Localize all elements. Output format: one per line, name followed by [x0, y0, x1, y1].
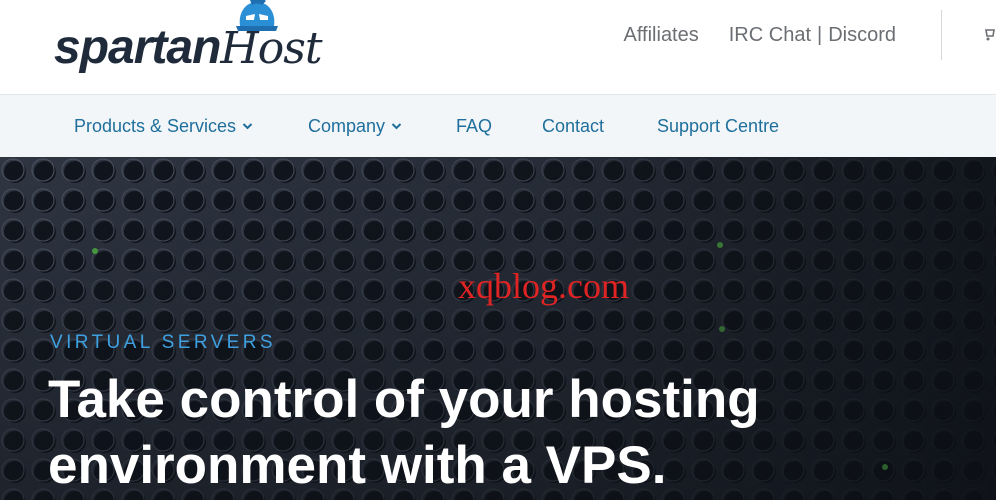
utility-links: Affiliates IRC Chat | Discord — [624, 24, 896, 47]
hero-eyebrow: VIRTUAL SERVERS — [50, 332, 276, 353]
nav-products-services[interactable]: Products & Services — [74, 116, 253, 137]
chevron-down-icon — [391, 123, 402, 130]
nav-item-label: Contact — [542, 116, 605, 136]
hero-headline-line: Take control of your hosting — [48, 370, 760, 429]
cart-icon[interactable] — [985, 27, 996, 48]
hero-headline: Take control of your hosting environment… — [48, 367, 948, 499]
hero-section: xqblog.com VIRTUAL SERVERS Take control … — [0, 157, 996, 500]
nav-support-centre[interactable]: Support Centre — [657, 116, 779, 137]
site-logo[interactable]: spartanHost — [54, 0, 324, 92]
link-separator: | — [817, 24, 823, 46]
irc-chat-link[interactable]: IRC Chat — [729, 24, 811, 47]
nav-item-label: Products & Services — [74, 116, 237, 136]
watermark-text: xqblog.com — [458, 266, 629, 306]
logo-text-script: Host — [220, 23, 322, 74]
nav-faq[interactable]: FAQ — [456, 116, 492, 137]
main-nav: Products & Services Company FAQ Contact … — [0, 94, 996, 157]
hero-headline-line: environment with a VPS. — [48, 436, 667, 495]
affiliates-link[interactable]: Affiliates — [624, 24, 699, 47]
logo-wordmark: spartanHost — [54, 20, 323, 75]
nav-item-label: Company — [308, 116, 386, 136]
top-header: spartanHost Affiliates IRC Chat | Discor… — [0, 0, 996, 94]
discord-link[interactable]: Discord — [828, 24, 896, 47]
nav-item-label: FAQ — [456, 116, 493, 136]
nav-company[interactable]: Company — [308, 116, 402, 137]
nav-item-label: Support Centre — [657, 116, 780, 136]
logo-text-main: spartan — [54, 21, 221, 74]
header-divider — [941, 10, 942, 60]
chevron-down-icon — [242, 123, 253, 130]
nav-contact[interactable]: Contact — [542, 116, 604, 137]
